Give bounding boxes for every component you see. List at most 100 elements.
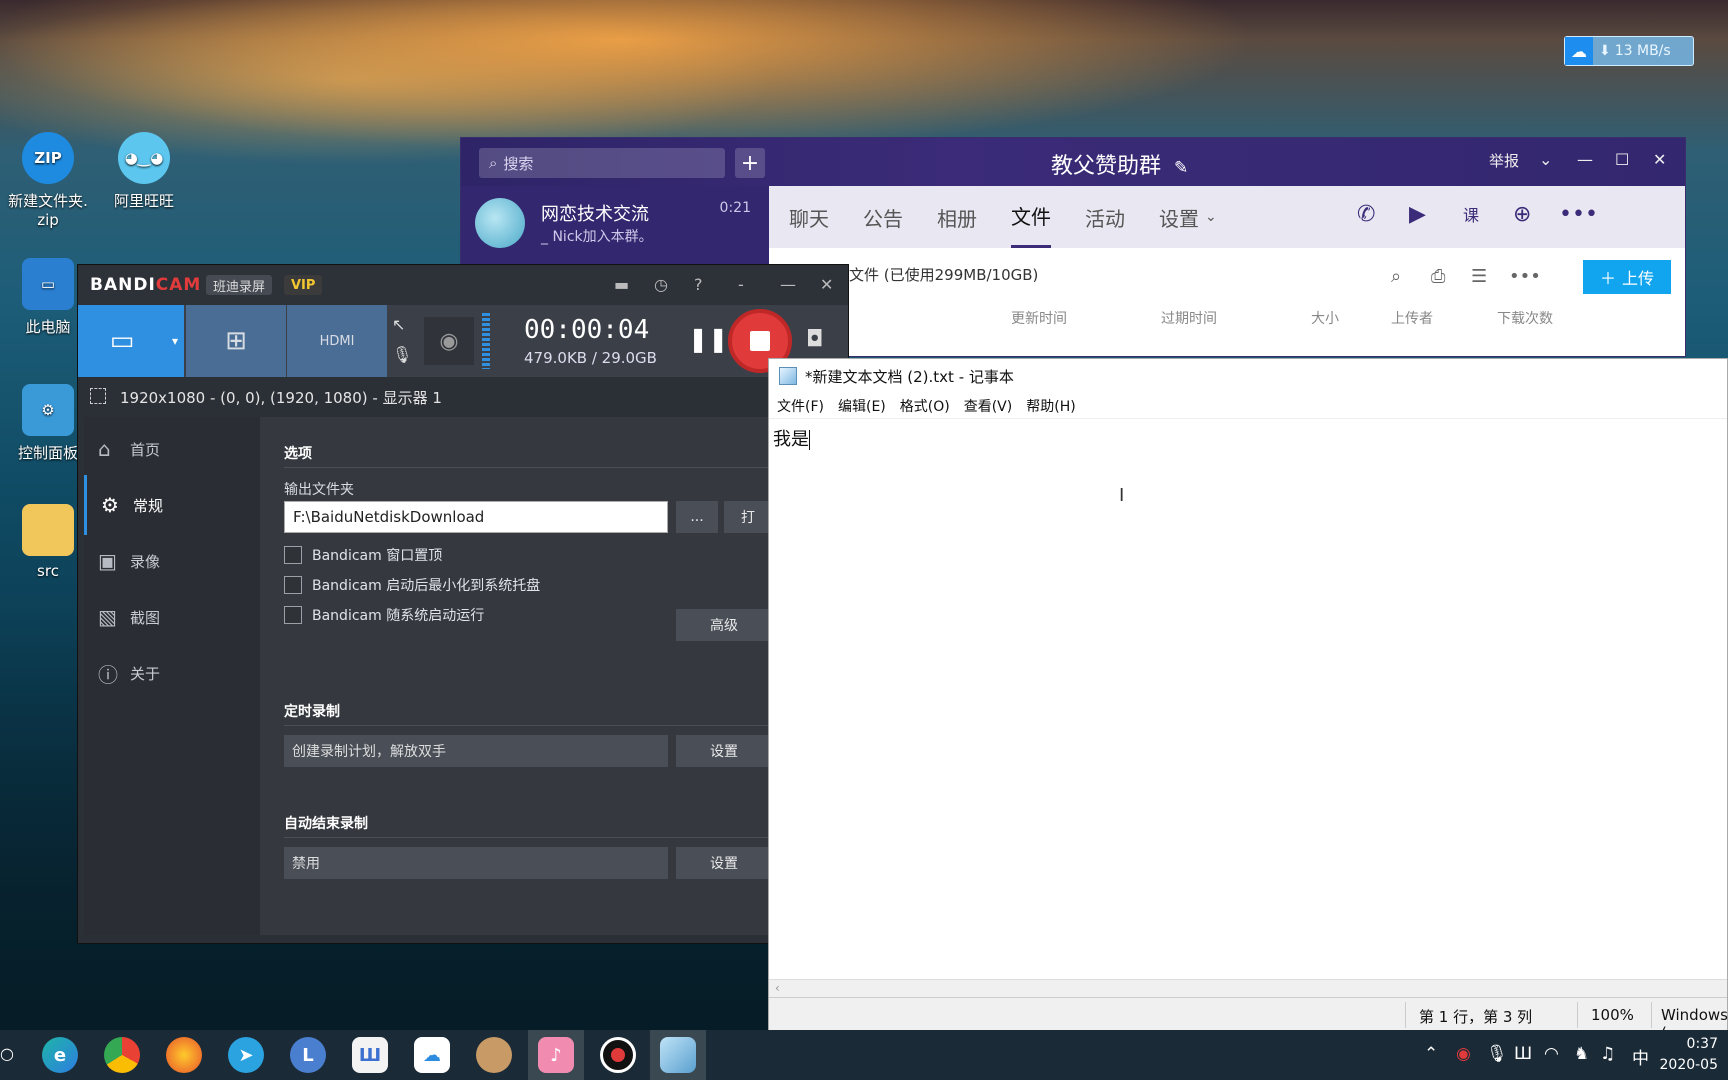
phone-icon[interactable]: ✆ — [1357, 202, 1375, 227]
notepad-taskbar-icon[interactable] — [660, 1037, 696, 1073]
notepad-text-area[interactable]: 我是 — [773, 425, 810, 451]
inbox-icon[interactable]: ⎙ — [1431, 266, 1445, 287]
search-icon[interactable]: ⌕ — [1391, 266, 1401, 287]
scroll-left-icon[interactable]: ‹ — [775, 981, 780, 995]
column-header[interactable]: 上传者 — [1391, 308, 1433, 328]
edit-pencil-icon[interactable]: ✎ — [1174, 158, 1188, 178]
bandicam-taskbar-icon[interactable] — [600, 1037, 636, 1073]
horizontal-scrollbar[interactable]: ‹ — [769, 979, 1727, 997]
collapse-icon[interactable]: - — [738, 275, 744, 294]
microphone-icon[interactable]: 🎙 — [392, 345, 412, 364]
avatar-app-icon[interactable] — [476, 1037, 512, 1073]
minimize-icon[interactable]: — — [780, 275, 796, 294]
qq-group-title: 教父赞助群 ✎ — [1051, 148, 1188, 180]
checkbox-run-on-startup[interactable]: Bandicam 随系统启动运行 — [284, 605, 484, 625]
tab-chat[interactable]: 聊天 — [789, 186, 829, 248]
desktop-icon-aliwangwang[interactable]: ◕‿◕ 阿里旺旺 — [98, 132, 190, 211]
capture-region[interactable]: 1920x1080 - (0, 0), (1920, 1080) - 显示器 1 — [78, 377, 848, 417]
checkbox-box[interactable] — [284, 546, 302, 564]
open-folder-button[interactable]: 打 — [724, 501, 772, 533]
sidebar-item-home[interactable]: ⌂ 首页 — [84, 419, 260, 479]
system-clock[interactable]: 0:37 2020-05 — [1660, 1034, 1719, 1076]
checkbox-box[interactable] — [284, 576, 302, 594]
checkbox-minimize-to-tray[interactable]: Bandicam 启动后最小化到系统托盘 — [284, 575, 540, 595]
desktop-icon-zip[interactable]: ZIP 新建文件夹. zip — [2, 132, 94, 229]
tray-app-icon[interactable]: Ш — [1514, 1044, 1532, 1064]
report-button[interactable]: 举报 — [1489, 150, 1519, 171]
sidebar-item-general[interactable]: ⚙ 常规 — [84, 475, 260, 535]
cursor-icon[interactable]: ↖ — [392, 315, 405, 334]
class-icon[interactable]: 课 — [1463, 202, 1479, 226]
status-cursor-position: 第 1 行，第 3 列 — [1419, 1008, 1533, 1026]
video-call-icon[interactable]: ▶ — [1409, 202, 1426, 227]
start-edge-icon[interactable]: ○ — [0, 1044, 14, 1063]
conversation-item[interactable]: 网恋技术交流 _ Nick加入本群。 0:21 — [473, 194, 759, 250]
menu-help[interactable]: 帮助(H) — [1026, 396, 1075, 416]
sidebar-item-about[interactable]: ⓘ 关于 — [84, 643, 260, 703]
tab-announcement[interactable]: 公告 — [863, 186, 903, 248]
auto-end-settings-button[interactable]: 设置 — [676, 847, 772, 879]
notes-app-icon[interactable]: Ш — [352, 1037, 388, 1073]
qq-tray-icon[interactable]: ♞ — [1574, 1044, 1589, 1064]
tray-expand-icon[interactable]: ⌃ — [1424, 1044, 1438, 1064]
game-mode-button[interactable]: ⊞ — [186, 305, 286, 377]
wifi-icon[interactable]: ◠ — [1544, 1044, 1559, 1064]
baidu-netdisk-taskbar-icon[interactable]: ☁ — [414, 1037, 450, 1073]
hdmi-mode-button[interactable]: HDMI — [287, 305, 387, 377]
tab-settings[interactable]: 设置 ⌄ — [1159, 186, 1217, 248]
chrome-icon[interactable] — [104, 1037, 140, 1073]
schedule-settings-button[interactable]: 设置 — [676, 735, 772, 767]
list-icon[interactable]: ☰ — [1471, 266, 1487, 287]
more-icon[interactable]: ••• — [1559, 202, 1598, 227]
clock-date: 2020-05 — [1659, 1057, 1719, 1073]
tray-record-icon[interactable]: ◉ — [1456, 1044, 1471, 1064]
l-app-icon[interactable]: L — [290, 1037, 326, 1073]
minimize-icon[interactable]: — — [1577, 150, 1593, 169]
menu-file[interactable]: 文件(F) — [777, 396, 824, 416]
output-folder-input[interactable]: F:\BaiduNetdiskDownload — [284, 501, 668, 533]
help-icon[interactable]: ? — [694, 275, 703, 294]
menu-edit[interactable]: 编辑(E) — [838, 396, 886, 416]
sidebar-item-video[interactable]: ▣ 录像 — [84, 531, 260, 591]
maximize-icon[interactable]: ☐ — [1615, 150, 1629, 169]
tab-activity[interactable]: 活动 — [1085, 186, 1125, 248]
advanced-button[interactable]: 高级 — [676, 609, 772, 641]
close-icon[interactable]: ✕ — [820, 275, 833, 294]
desktop-icon-label: 阿里旺旺 — [113, 192, 174, 210]
baidu-netdisk-speed-widget[interactable]: ☁ ⬇ 13 MB/s — [1564, 36, 1694, 66]
checkbox-box[interactable] — [284, 606, 302, 624]
more-icon[interactable]: ••• — [1509, 266, 1541, 287]
checkbox-always-on-top[interactable]: Bandicam 窗口置顶 — [284, 545, 442, 565]
edge-icon[interactable]: e — [42, 1037, 78, 1073]
pink-app-icon[interactable]: ♪ — [538, 1037, 574, 1073]
column-header[interactable]: 下载次数 — [1497, 308, 1553, 328]
sidebar-item-screenshot[interactable]: ▧ 截图 — [84, 587, 260, 647]
tab-files[interactable]: 文件 — [1011, 186, 1051, 248]
pause-icon[interactable]: ❚❚ — [688, 325, 728, 353]
tab-album[interactable]: 相册 — [937, 186, 977, 248]
ime-indicator[interactable]: 中 — [1632, 1044, 1649, 1069]
menu-view[interactable]: 查看(V) — [964, 396, 1013, 416]
camera-screenshot-icon[interactable]: ◘ — [806, 327, 823, 352]
add-circle-icon[interactable]: ⊕ — [1513, 202, 1531, 227]
column-header[interactable]: 大小 — [1311, 308, 1339, 328]
firefox-icon[interactable] — [166, 1037, 202, 1073]
volume-icon[interactable]: ♫ — [1600, 1044, 1615, 1064]
add-button[interactable]: + — [735, 148, 765, 178]
screen-mode-dropdown[interactable]: ▾ — [166, 305, 184, 377]
clock-icon[interactable]: ◷ — [654, 275, 668, 294]
vip-badge[interactable]: VIP — [284, 275, 323, 295]
folder-icon[interactable]: ▬ — [614, 275, 629, 294]
webcam-icon[interactable]: ◉ — [424, 317, 474, 365]
column-header[interactable]: 过期时间 — [1161, 308, 1217, 328]
menu-format[interactable]: 格式(O) — [900, 396, 950, 416]
browse-button[interactable]: ... — [676, 501, 718, 533]
qq-search-input[interactable]: ⌕ 搜索 — [479, 148, 725, 178]
telegram-icon[interactable]: ➤ — [228, 1037, 264, 1073]
column-header[interactable]: 更新时间 — [1011, 308, 1067, 328]
upload-button[interactable]: ＋ 上传 — [1583, 260, 1671, 294]
tray-microphone-icon[interactable]: 🎙 — [1486, 1044, 1508, 1064]
screen-mode-button[interactable]: ▭ — [78, 305, 166, 377]
chevron-down-icon[interactable]: ⌄ — [1539, 150, 1552, 169]
close-icon[interactable]: ✕ — [1653, 150, 1666, 169]
